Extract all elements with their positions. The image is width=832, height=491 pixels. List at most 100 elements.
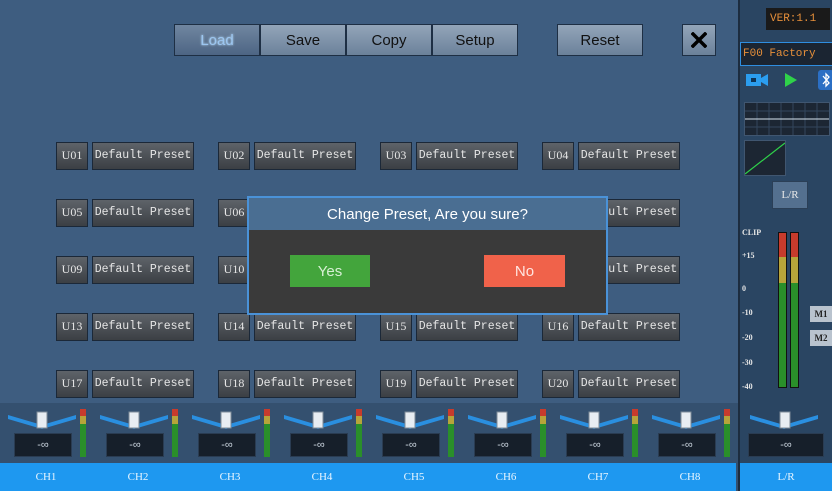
channel-gain-display: -∞ [290, 433, 348, 457]
preset-name-button[interactable]: Default Preset [92, 141, 194, 170]
master-strip: -∞ L/R [740, 403, 832, 491]
channel-level-meter [724, 409, 730, 457]
channel-strip: -∞ CH2 [92, 403, 184, 491]
preset-id-button[interactable]: U18 [218, 369, 250, 398]
channel-label-button[interactable]: CH6 [460, 463, 552, 491]
channel-level-meter [172, 409, 178, 457]
tab-copy[interactable]: Copy [346, 24, 432, 56]
channel-label-button[interactable]: CH5 [368, 463, 460, 491]
preset-panel: Load Save Copy Setup Reset U01 Default Pr… [0, 0, 738, 403]
preset-id-button[interactable]: U15 [380, 312, 412, 341]
preset-name-button[interactable]: Default Preset [578, 312, 680, 341]
scale-minus30: -30 [742, 358, 753, 367]
channel-fader[interactable] [100, 411, 168, 429]
channel-level-meter [540, 409, 546, 457]
preset-name-button[interactable]: Default Preset [416, 369, 518, 398]
preset-slot: U13 Default Preset [56, 298, 218, 355]
channel-label-button[interactable]: CH7 [552, 463, 644, 491]
reset-button[interactable]: Reset [557, 24, 643, 56]
dynamics-curve[interactable] [744, 140, 786, 176]
preset-id-button[interactable]: U01 [56, 141, 88, 170]
channel-level-meter [80, 409, 86, 457]
channel-strip: -∞ CH6 [460, 403, 552, 491]
preset-name-button[interactable]: Default Preset [92, 312, 194, 341]
preset-id-button[interactable]: U06 [218, 198, 250, 227]
channel-gain-display: -∞ [382, 433, 440, 457]
m2-button[interactable]: M2 [810, 330, 832, 346]
version-label: VER:1.1 [766, 8, 830, 30]
scale-clip: CLIP [742, 228, 762, 237]
channel-label-button[interactable]: CH4 [276, 463, 368, 491]
preset-slot: U01 Default Preset [56, 127, 218, 184]
preset-slot: U04 Default Preset [542, 127, 704, 184]
channel-level-meter [264, 409, 270, 457]
close-button[interactable] [682, 24, 716, 56]
preset-id-button[interactable]: U02 [218, 141, 250, 170]
play-icon[interactable] [784, 72, 798, 88]
master-panel: VER:1.1 F00 Factory L/R CLIP +15 0 -10 -… [738, 0, 832, 491]
m1-button[interactable]: M1 [810, 306, 832, 322]
eq-graph[interactable] [744, 102, 830, 136]
scale-minus10: -10 [742, 308, 753, 317]
curve-graphic [744, 142, 786, 175]
scale-minus40: -40 [742, 382, 753, 391]
preset-name-button[interactable]: Default Preset [416, 141, 518, 170]
tab-save[interactable]: Save [260, 24, 346, 56]
tab-load[interactable]: Load [174, 24, 260, 56]
channel-label-button[interactable]: CH3 [184, 463, 276, 491]
preset-name-button[interactable]: Default Preset [254, 369, 356, 398]
channel-fader[interactable] [376, 411, 444, 429]
channel-fader[interactable] [560, 411, 628, 429]
preset-name-button[interactable]: Default Preset [254, 312, 356, 341]
no-button[interactable]: No [484, 255, 565, 287]
channel-gain-display: -∞ [566, 433, 624, 457]
yes-button[interactable]: Yes [290, 255, 370, 287]
preset-name-button[interactable]: Default Preset [578, 369, 680, 398]
preset-id-button[interactable]: U05 [56, 198, 88, 227]
preset-name-button[interactable]: Default Preset [254, 141, 356, 170]
preset-name-button[interactable]: Default Preset [92, 198, 194, 227]
preset-name-button[interactable]: Default Preset [578, 141, 680, 170]
channel-strip: -∞ CH8 [644, 403, 736, 491]
preset-id-button[interactable]: U19 [380, 369, 412, 398]
channel-fader[interactable] [468, 411, 536, 429]
master-meter-right [790, 232, 799, 388]
channel-label-button[interactable]: CH8 [644, 463, 736, 491]
preset-id-button[interactable]: U03 [380, 141, 412, 170]
channel-label-button[interactable]: CH1 [0, 463, 92, 491]
preset-slot: U02 Default Preset [218, 127, 380, 184]
preset-id-button[interactable]: U10 [218, 255, 250, 284]
master-channel-label[interactable]: L/R [740, 463, 832, 491]
channel-fader[interactable] [284, 411, 352, 429]
channel-strip: -∞ CH3 [184, 403, 276, 491]
preset-slot: U05 Default Preset [56, 184, 218, 241]
channel-level-meter [356, 409, 362, 457]
channel-fader[interactable] [652, 411, 720, 429]
preset-id-button[interactable]: U04 [542, 141, 574, 170]
close-icon [691, 32, 707, 48]
preset-id-button[interactable]: U13 [56, 312, 88, 341]
channel-strips: -∞ CH1 -∞ CH2 -∞ CH3 -∞ CH4 -∞ CH5 -∞ CH6 -∞ CH7 -∞ CH8 [0, 403, 738, 491]
channel-label-button[interactable]: CH2 [92, 463, 184, 491]
confirm-dialog: Change Preset, Are you sure? Yes No [247, 196, 608, 315]
preset-name-button[interactable]: Default Preset [92, 255, 194, 284]
preset-name-button[interactable]: Default Preset [416, 312, 518, 341]
tab-setup[interactable]: Setup [432, 24, 518, 56]
master-meter-left [778, 232, 787, 388]
lr-select-button[interactable]: L/R [772, 181, 808, 209]
channel-strip: -∞ CH7 [552, 403, 644, 491]
channel-strip: -∞ CH4 [276, 403, 368, 491]
preset-id-button[interactable]: U20 [542, 369, 574, 398]
master-fader[interactable] [750, 411, 818, 429]
channel-gain-display: -∞ [14, 433, 72, 457]
preset-id-button[interactable]: U14 [218, 312, 250, 341]
preset-name-button[interactable]: Default Preset [92, 369, 194, 398]
preset-id-button[interactable]: U17 [56, 369, 88, 398]
camera-icon[interactable] [746, 72, 768, 88]
channel-fader[interactable] [8, 411, 76, 429]
preset-id-button[interactable]: U09 [56, 255, 88, 284]
channel-fader[interactable] [192, 411, 260, 429]
bluetooth-icon[interactable] [818, 70, 832, 90]
preset-id-button[interactable]: U16 [542, 312, 574, 341]
channel-level-meter [632, 409, 638, 457]
